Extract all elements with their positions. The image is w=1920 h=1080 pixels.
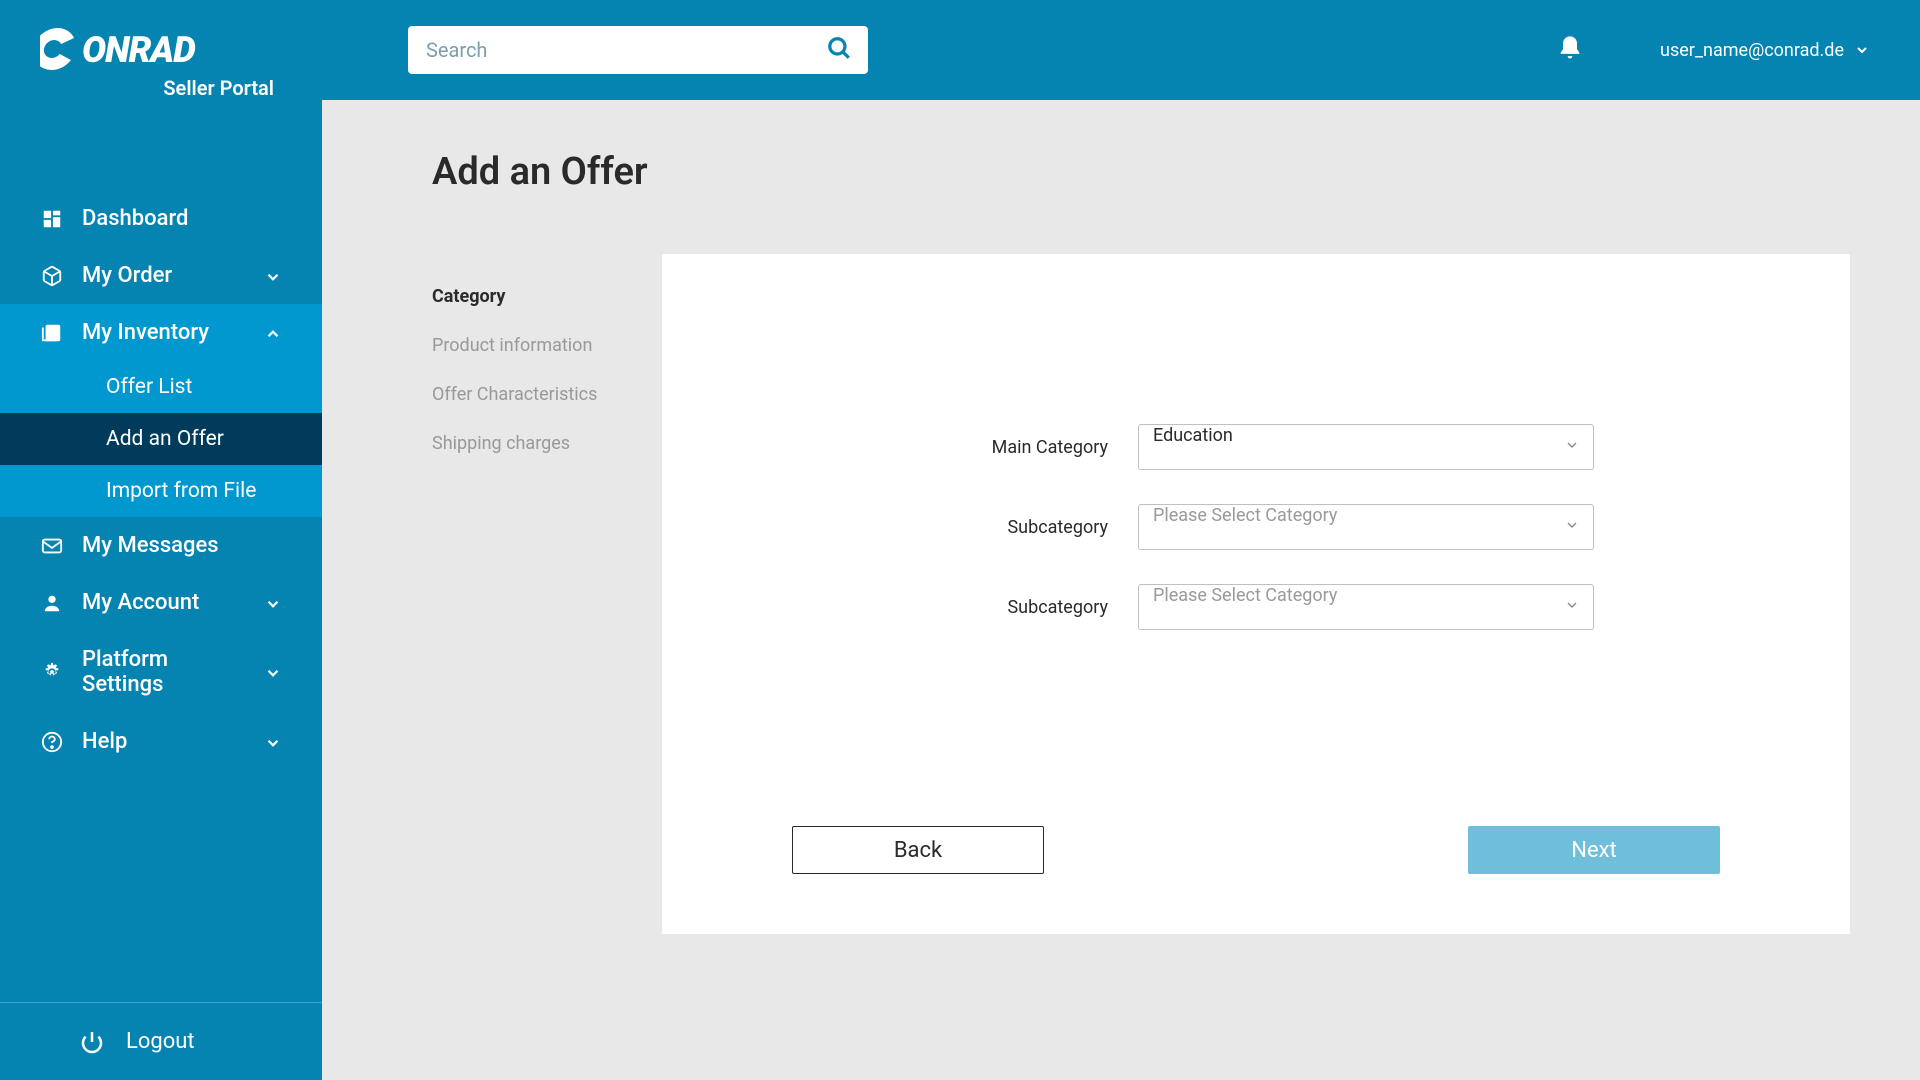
step-product-info[interactable]: Product information [432,321,632,370]
chevron-down-icon [264,267,282,285]
chevron-down-icon [264,594,282,612]
page-title: Add an Offer [432,150,1850,194]
sidebar-subitem-add-offer[interactable]: Add an Offer [0,413,322,465]
main-category-label: Main Category [918,437,1108,458]
logo: ONRAD Seller Portal [0,0,322,110]
logout-label: Logout [126,1029,195,1054]
chevron-down-icon [264,663,282,681]
next-button[interactable]: Next [1468,826,1720,874]
step-category[interactable]: Category [432,272,632,321]
sidebar-item-my-order[interactable]: My Order [0,247,322,304]
sidebar-item-label: My Inventory [82,320,209,345]
chevron-down-icon [264,733,282,751]
inventory-icon [40,321,64,345]
search-icon [826,35,852,61]
subcategory1-row: Subcategory Please Select Category [918,504,1594,550]
sidebar-subitem-import-file[interactable]: Import from File [0,465,322,517]
step-offer-characteristics[interactable]: Offer Characteristics [432,370,632,419]
logo-subtitle: Seller Portal [40,76,282,100]
header: user_name@conrad.de [322,0,1920,100]
notifications-button[interactable] [1550,28,1590,72]
box-icon [40,264,64,288]
subcategory2-label: Subcategory [918,597,1108,618]
sidebar-item-my-inventory[interactable]: My Inventory [0,304,322,361]
chevron-down-icon [1854,42,1870,58]
back-button[interactable]: Back [792,826,1044,874]
user-icon [40,591,64,615]
dashboard-icon [40,207,64,231]
inventory-submenu: Offer List Add an Offer Import from File [0,361,322,517]
chevron-up-icon [264,324,282,342]
logout-button[interactable]: Logout [40,1023,282,1060]
sidebar-item-my-account[interactable]: My Account [0,574,322,631]
sidebar-item-label: Dashboard [82,206,188,231]
mail-icon [40,534,64,558]
main-category-select[interactable]: Education [1138,424,1594,470]
bell-icon [1556,34,1584,62]
sidebar-subitem-offer-list[interactable]: Offer List [0,361,322,413]
sidebar-item-help[interactable]: Help [0,713,322,770]
sidebar-item-my-messages[interactable]: My Messages [0,517,322,574]
subcategory2-select[interactable]: Please Select Category [1138,584,1594,630]
sidebar-footer: Logout [0,1002,322,1080]
subcategory2-row: Subcategory Please Select Category [918,584,1594,630]
form-panel: Main Category Education Subcategory [662,254,1850,934]
sidebar-item-label: Platform Settings [82,647,228,697]
power-icon [80,1030,104,1054]
svg-text:ONRAD: ONRAD [82,29,196,71]
step-shipping[interactable]: Shipping charges [432,419,632,468]
main-category-row: Main Category Education [918,424,1594,470]
subcategory1-select[interactable]: Please Select Category [1138,504,1594,550]
subcategory1-label: Subcategory [918,517,1108,538]
sidebar-item-label: Help [82,729,127,754]
sidebar-item-label: My Messages [82,533,219,558]
search-input[interactable] [408,26,868,74]
conrad-logo-icon: ONRAD [40,24,260,74]
gear-icon [40,660,64,684]
step-list: Category Product information Offer Chara… [432,254,632,934]
search-button[interactable] [820,29,858,71]
search-container [408,26,868,74]
help-icon [40,730,64,754]
user-email: user_name@conrad.de [1660,40,1844,61]
main-content: Add an Offer Category Product informatio… [322,100,1920,1080]
sidebar-item-platform-settings[interactable]: Platform Settings [0,631,322,713]
sidebar-item-label: My Account [82,590,199,615]
user-menu[interactable]: user_name@conrad.de [1660,40,1870,61]
button-row: Back Next [782,826,1730,874]
sidebar-item-label: My Order [82,263,172,288]
main-nav: Dashboard My Order My Inventory [0,190,322,1002]
sidebar-item-dashboard[interactable]: Dashboard [0,190,322,247]
sidebar: ONRAD Seller Portal Dashboard My Order [0,0,322,1080]
